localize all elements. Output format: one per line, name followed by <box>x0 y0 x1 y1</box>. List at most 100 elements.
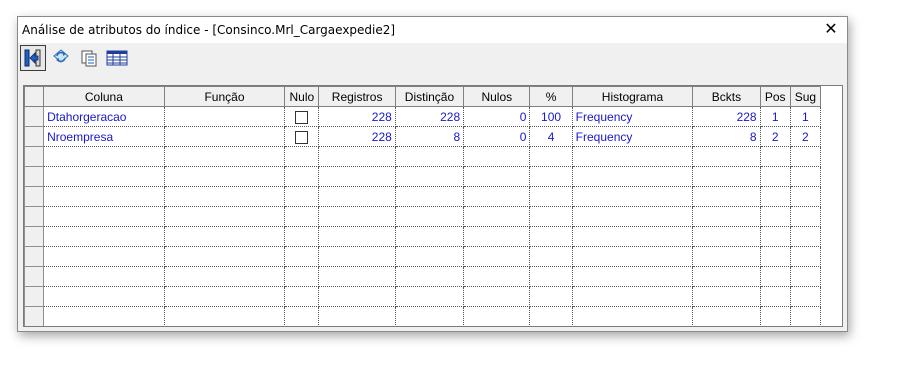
cell-distincao[interactable]: 8 <box>395 126 465 147</box>
empty-row[interactable] <box>24 286 822 307</box>
empty-cell[interactable] <box>318 286 396 307</box>
empty-cell[interactable] <box>395 166 465 187</box>
attributes-grid[interactable]: Coluna Função Nulo Registros Distinção N… <box>23 85 843 327</box>
empty-cell[interactable] <box>318 246 396 267</box>
empty-cell[interactable] <box>463 186 531 207</box>
cell-funcao[interactable] <box>164 126 286 147</box>
empty-cell[interactable] <box>43 246 165 267</box>
empty-cell[interactable] <box>692 206 761 227</box>
empty-cell[interactable] <box>692 246 761 267</box>
empty-cell[interactable] <box>529 306 573 326</box>
empty-cell[interactable] <box>692 226 761 247</box>
empty-cell[interactable] <box>395 206 465 227</box>
empty-cell[interactable] <box>572 266 694 287</box>
empty-cell[interactable] <box>395 146 465 167</box>
empty-cell[interactable] <box>395 286 465 307</box>
column-header-pos[interactable]: Pos <box>759 86 791 107</box>
cell-distincao[interactable]: 228 <box>395 106 465 127</box>
empty-cell[interactable] <box>692 166 761 187</box>
column-header-funcao[interactable]: Função <box>163 86 286 107</box>
row-indicator[interactable] <box>24 166 45 187</box>
row-indicator[interactable] <box>24 126 45 147</box>
empty-cell[interactable] <box>790 166 822 187</box>
empty-cell[interactable] <box>395 306 465 326</box>
row-indicator[interactable] <box>24 306 45 326</box>
empty-cell[interactable] <box>43 306 165 326</box>
empty-cell[interactable] <box>529 206 573 227</box>
cell-percent[interactable]: 100 <box>529 106 573 127</box>
row-indicator[interactable] <box>24 286 45 307</box>
empty-cell[interactable] <box>529 286 573 307</box>
empty-cell[interactable] <box>760 286 791 307</box>
empty-cell[interactable] <box>463 266 531 287</box>
empty-cell[interactable] <box>692 186 761 207</box>
empty-row[interactable] <box>24 146 822 167</box>
empty-cell[interactable] <box>529 226 573 247</box>
empty-row[interactable] <box>24 246 822 267</box>
empty-cell[interactable] <box>463 306 531 326</box>
empty-cell[interactable] <box>760 306 791 326</box>
refresh-button[interactable] <box>48 45 74 71</box>
empty-cell[interactable] <box>43 286 165 307</box>
empty-cell[interactable] <box>760 246 791 267</box>
cell-histograma[interactable]: Frequency <box>572 126 694 147</box>
empty-cell[interactable] <box>284 266 320 287</box>
empty-cell[interactable] <box>692 146 761 167</box>
empty-cell[interactable] <box>318 266 396 287</box>
column-header-nulo[interactable]: Nulo <box>284 86 320 107</box>
empty-cell[interactable] <box>43 206 165 227</box>
empty-cell[interactable] <box>572 146 694 167</box>
empty-cell[interactable] <box>463 286 531 307</box>
empty-cell[interactable] <box>284 306 320 326</box>
cell-histograma[interactable]: Frequency <box>572 106 694 127</box>
empty-cell[interactable] <box>463 146 531 167</box>
empty-cell[interactable] <box>572 226 694 247</box>
row-indicator[interactable] <box>24 246 45 267</box>
cell-registros[interactable]: 228 <box>318 126 396 147</box>
empty-row[interactable] <box>24 206 822 227</box>
empty-cell[interactable] <box>529 186 573 207</box>
empty-cell[interactable] <box>692 266 761 287</box>
empty-cell[interactable] <box>318 226 396 247</box>
row-indicator[interactable] <box>24 266 45 287</box>
empty-cell[interactable] <box>790 306 822 326</box>
empty-cell[interactable] <box>284 166 320 187</box>
empty-cell[interactable] <box>164 166 286 187</box>
empty-cell[interactable] <box>572 306 694 326</box>
empty-cell[interactable] <box>43 226 165 247</box>
empty-cell[interactable] <box>284 186 320 207</box>
row-indicator[interactable] <box>24 186 45 207</box>
empty-cell[interactable] <box>284 246 320 267</box>
empty-cell[interactable] <box>164 246 286 267</box>
column-header-sug[interactable]: Sug <box>789 86 822 107</box>
empty-cell[interactable] <box>43 146 165 167</box>
cell-percent[interactable]: 4 <box>529 126 573 147</box>
empty-cell[interactable] <box>284 226 320 247</box>
empty-cell[interactable] <box>463 246 531 267</box>
empty-cell[interactable] <box>395 246 465 267</box>
grid-view-button[interactable] <box>104 45 130 71</box>
column-header-histograma[interactable]: Histograma <box>571 86 694 107</box>
row-indicator[interactable] <box>24 106 45 127</box>
empty-cell[interactable] <box>790 286 822 307</box>
row-indicator[interactable] <box>24 206 45 227</box>
empty-cell[interactable] <box>395 186 465 207</box>
cell-nulos[interactable]: 0 <box>463 126 531 147</box>
empty-cell[interactable] <box>318 146 396 167</box>
column-header-nulos[interactable]: Nulos <box>463 86 531 107</box>
empty-cell[interactable] <box>463 206 531 227</box>
empty-cell[interactable] <box>790 246 822 267</box>
cell-bckts[interactable]: 228 <box>692 106 761 127</box>
empty-cell[interactable] <box>572 206 694 227</box>
cell-registros[interactable]: 228 <box>318 106 396 127</box>
cell-pos[interactable]: 2 <box>760 126 791 147</box>
empty-cell[interactable] <box>760 206 791 227</box>
cell-nulos[interactable]: 0 <box>463 106 531 127</box>
column-header-registros[interactable]: Registros <box>318 86 396 107</box>
empty-cell[interactable] <box>164 226 286 247</box>
nulo-checkbox[interactable] <box>295 130 309 144</box>
empty-cell[interactable] <box>43 186 165 207</box>
empty-cell[interactable] <box>790 206 822 227</box>
empty-cell[interactable] <box>790 146 822 167</box>
cell-coluna[interactable]: Nroempresa <box>43 126 165 147</box>
